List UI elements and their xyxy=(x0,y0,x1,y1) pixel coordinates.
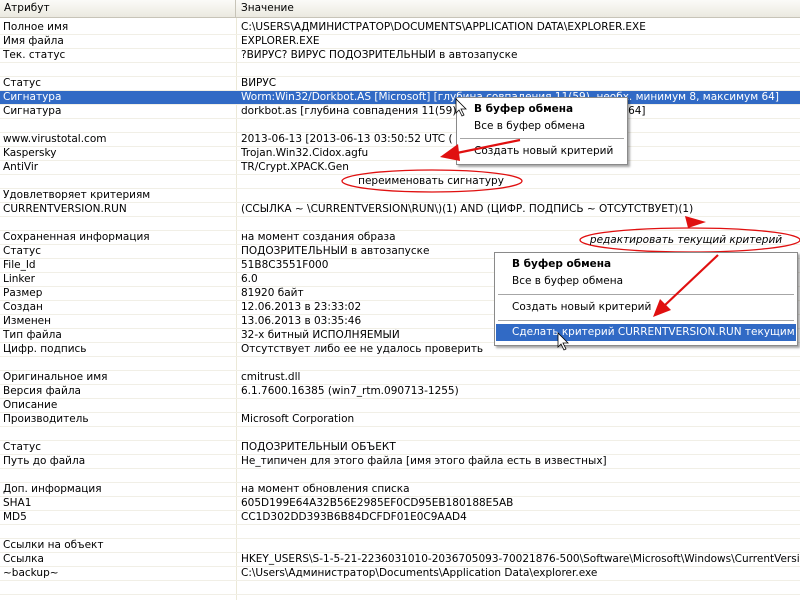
mouse-cursor-icon xyxy=(455,98,467,117)
arrow-icon xyxy=(653,254,719,317)
arrow-icon xyxy=(440,138,521,161)
mouse-cursor-icon xyxy=(557,332,569,351)
arrow-icon xyxy=(685,216,706,228)
arrow-layer xyxy=(440,98,719,351)
